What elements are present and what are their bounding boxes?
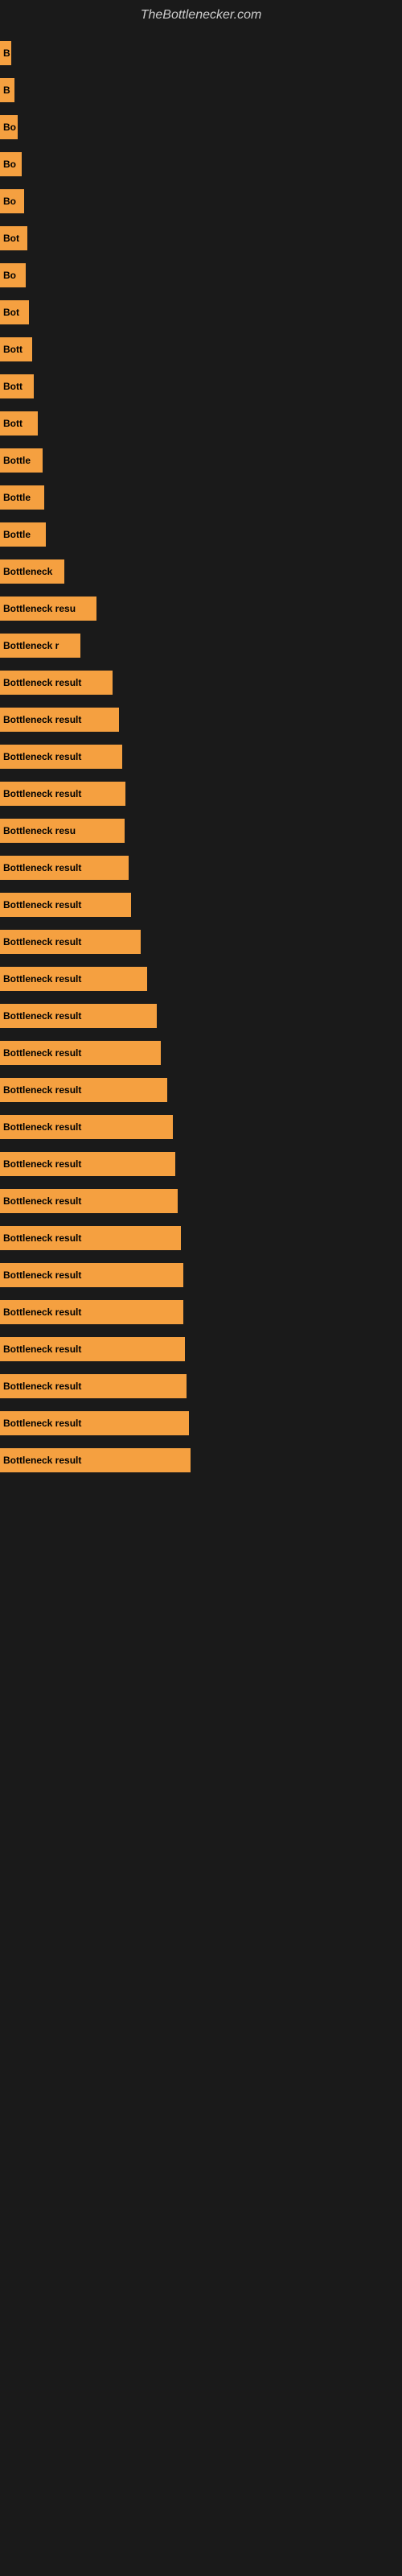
bar-row: Bottleneck result [0,1331,402,1368]
bar-row: B [0,72,402,109]
bar-row: Bottleneck result [0,1220,402,1257]
bar: Bottle [0,485,44,510]
bar-row: Bot [0,294,402,331]
bar-row: Bottleneck result [0,775,402,812]
bar: Bottleneck result [0,893,131,917]
bar: Bottleneck result [0,1411,189,1435]
bar-row: Bottleneck result [0,1294,402,1331]
bar: Bott [0,411,38,436]
bar: Bottleneck resu [0,819,125,843]
bar-row: Bottleneck result [0,1257,402,1294]
bar-row: Bottleneck resu [0,590,402,627]
bar: Bottleneck result [0,1189,178,1213]
bar: Bo [0,189,24,213]
bar-row: Bottleneck result [0,886,402,923]
bar: Bottleneck result [0,1152,175,1176]
bar: Bottleneck result [0,930,141,954]
bar: Bottle [0,522,46,547]
bar-row: Bottleneck result [0,1183,402,1220]
bar: Bottleneck result [0,1374,187,1398]
bar-row: Bottleneck result [0,664,402,701]
bar: B [0,41,11,65]
bar: Bottleneck result [0,708,119,732]
bar: Bottle [0,448,43,473]
bar-row: Bo [0,146,402,183]
bar-row: Bott [0,331,402,368]
bar: Bottleneck [0,559,64,584]
bar: Bottleneck result [0,1448,191,1472]
bar-row: Bott [0,405,402,442]
bar: B [0,78,14,102]
bar-row: Bottleneck result [0,923,402,960]
bar: Bottleneck result [0,745,122,769]
bar: Bottleneck result [0,856,129,880]
bar: Bo [0,263,26,287]
bar: Bottleneck result [0,1337,185,1361]
bar-row: Bottleneck result [0,960,402,997]
bar-row: Bottle [0,442,402,479]
bar: Bottleneck result [0,1041,161,1065]
bar: Bottleneck resu [0,597,96,621]
bar-row: Bottleneck result [0,1146,402,1183]
bar: Bott [0,337,32,361]
bar-row: Bottleneck result [0,1442,402,1479]
bar: Bo [0,152,22,176]
bar: Bot [0,226,27,250]
bar: Bo [0,115,18,139]
bar-row: Bo [0,109,402,146]
bar: Bottleneck result [0,1263,183,1287]
bar-row: Bottleneck resu [0,812,402,849]
bar: Bottleneck result [0,1078,167,1102]
bar-row: Bottleneck result [0,1405,402,1442]
bar-row: Bottleneck result [0,1071,402,1108]
bar: Bot [0,300,29,324]
bar-row: Bottleneck result [0,701,402,738]
bar: Bott [0,374,34,398]
bar-row: Bo [0,183,402,220]
bar-row: Bottleneck result [0,738,402,775]
bar-row: Bottleneck result [0,997,402,1034]
bar: Bottleneck result [0,782,125,806]
bar-row: Bottleneck result [0,849,402,886]
bar-row: Bottleneck r [0,627,402,664]
site-title: TheBottlenecker.com [0,0,402,35]
bar-row: Bott [0,368,402,405]
bar-row: Bottleneck result [0,1108,402,1146]
bar-row: Bottleneck result [0,1368,402,1405]
bar-row: Bot [0,220,402,257]
bar: Bottleneck result [0,967,147,991]
bar-row: B [0,35,402,72]
bars-container: BB Bo Bo Bo Bot Bo Bot Bott Bott Bott Bottle Bottle… [0,35,402,1479]
bar: Bottleneck result [0,1226,181,1250]
bar-row: Bottleneck result [0,1034,402,1071]
bar: Bottleneck result [0,1004,157,1028]
bar: Bottleneck result [0,1300,183,1324]
bar: Bottleneck r [0,634,80,658]
bar-row: Bottle [0,479,402,516]
bar-row: Bo [0,257,402,294]
bar-row: Bottleneck [0,553,402,590]
bar-row: Bottle [0,516,402,553]
bar: Bottleneck result [0,671,113,695]
bar: Bottleneck result [0,1115,173,1139]
